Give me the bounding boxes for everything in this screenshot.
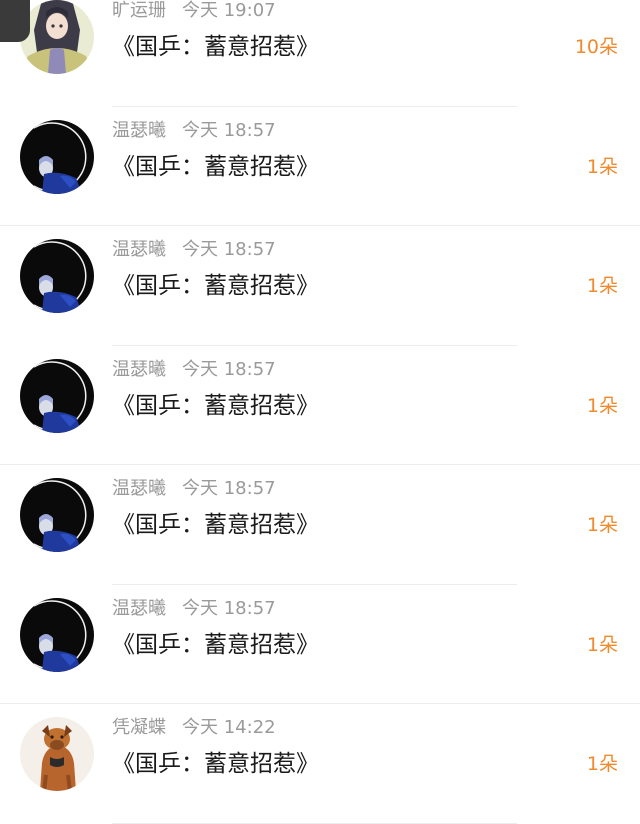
list-item[interactable]: 温瑟曦 今天 18:57 《国乒：蓄意招惹》 1朵 xyxy=(0,465,640,585)
timestamp: 今天 18:57 xyxy=(182,478,276,499)
sender-meta: 温瑟曦 今天 18:57 xyxy=(112,476,276,502)
gift-count: 1朵 xyxy=(586,155,618,178)
message-text[interactable]: 《国乒：蓄意招惹》 xyxy=(112,269,319,303)
gift-count: 1朵 xyxy=(586,275,618,297)
anime-girl-avatar-icon xyxy=(20,0,94,74)
list-item[interactable]: 温瑟曦 今天 18:57 《国乒：蓄意招惹》 1朵 xyxy=(0,226,640,346)
avatar[interactable] xyxy=(20,478,94,552)
sender-meta: 温瑟曦 今天 18:57 xyxy=(112,596,276,622)
avatar[interactable] xyxy=(20,358,94,433)
list-item[interactable]: 凭凝蝶 今天 14:22 《国乒：蓄意招惹》 1朵 xyxy=(0,704,640,824)
dark-portrait-avatar-icon xyxy=(20,119,94,194)
sender-name[interactable]: 温瑟曦 xyxy=(112,598,166,619)
corner-tab xyxy=(0,0,30,42)
sender-meta: 旷运珊 今天 19:07 xyxy=(112,0,276,24)
list-item[interactable]: 旷运珊 今天 19:07 《国乒：蓄意招惹》 10朵 xyxy=(0,0,640,107)
message-text[interactable]: 《国乒：蓄意招惹》 xyxy=(112,747,319,781)
message-text[interactable]: 《国乒：蓄意招惹》 xyxy=(112,628,319,662)
sender-meta: 温瑟曦 今天 18:57 xyxy=(112,357,276,383)
divider xyxy=(112,822,517,824)
sender-name[interactable]: 温瑟曦 xyxy=(112,120,166,141)
sender-meta: 温瑟曦 今天 18:57 xyxy=(112,118,276,144)
dark-portrait-avatar-icon xyxy=(20,597,94,672)
sender-meta: 温瑟曦 今天 18:57 xyxy=(112,237,276,263)
sender-meta: 凭凝蝶 今天 14:22 xyxy=(112,715,276,741)
avatar[interactable] xyxy=(20,597,94,672)
message-text[interactable]: 《国乒：蓄意招惹》 xyxy=(112,508,319,542)
message-text[interactable]: 《国乒：蓄意招惹》 xyxy=(112,30,319,64)
list-item[interactable]: 温瑟曦 今天 18:57 《国乒：蓄意招惹》 1朵 xyxy=(0,346,640,465)
avatar[interactable] xyxy=(20,239,94,313)
gift-count: 1朵 xyxy=(586,394,618,417)
message-text[interactable]: 《国乒：蓄意招惹》 xyxy=(112,150,319,184)
list-item[interactable]: 温瑟曦 今天 18:57 《国乒：蓄意招惹》 1朵 xyxy=(0,585,640,704)
timestamp: 今天 18:57 xyxy=(182,597,276,619)
dark-portrait-avatar-icon xyxy=(20,478,94,552)
timestamp: 今天 14:22 xyxy=(182,717,276,738)
list-item[interactable]: 温瑟曦 今天 18:57 《国乒：蓄意招惹》 1朵 xyxy=(0,107,640,226)
message-text[interactable]: 《国乒：蓄意招惹》 xyxy=(112,389,319,423)
sender-name[interactable]: 凭凝蝶 xyxy=(112,717,166,738)
avatar[interactable] xyxy=(20,717,94,791)
timestamp: 今天 18:57 xyxy=(182,358,276,380)
dog-photo-avatar-icon xyxy=(20,717,94,791)
gift-count: 1朵 xyxy=(586,514,618,536)
dark-portrait-avatar-icon xyxy=(20,239,94,313)
sender-name[interactable]: 旷运珊 xyxy=(112,0,166,21)
avatar[interactable] xyxy=(20,119,94,194)
timestamp: 今天 18:57 xyxy=(182,239,276,260)
avatar[interactable] xyxy=(20,0,94,74)
timestamp: 今天 18:57 xyxy=(182,119,276,141)
gift-count: 1朵 xyxy=(586,633,618,656)
sender-name[interactable]: 温瑟曦 xyxy=(112,359,166,380)
dark-portrait-avatar-icon xyxy=(20,358,94,433)
gift-list: 旷运珊 今天 19:07 《国乒：蓄意招惹》 10朵 温瑟曦 今天 18:57 《国… xyxy=(0,0,640,824)
gift-count: 10朵 xyxy=(574,36,618,58)
gift-count: 1朵 xyxy=(586,753,618,775)
timestamp: 今天 19:07 xyxy=(182,0,276,21)
sender-name[interactable]: 温瑟曦 xyxy=(112,239,166,260)
sender-name[interactable]: 温瑟曦 xyxy=(112,478,166,499)
